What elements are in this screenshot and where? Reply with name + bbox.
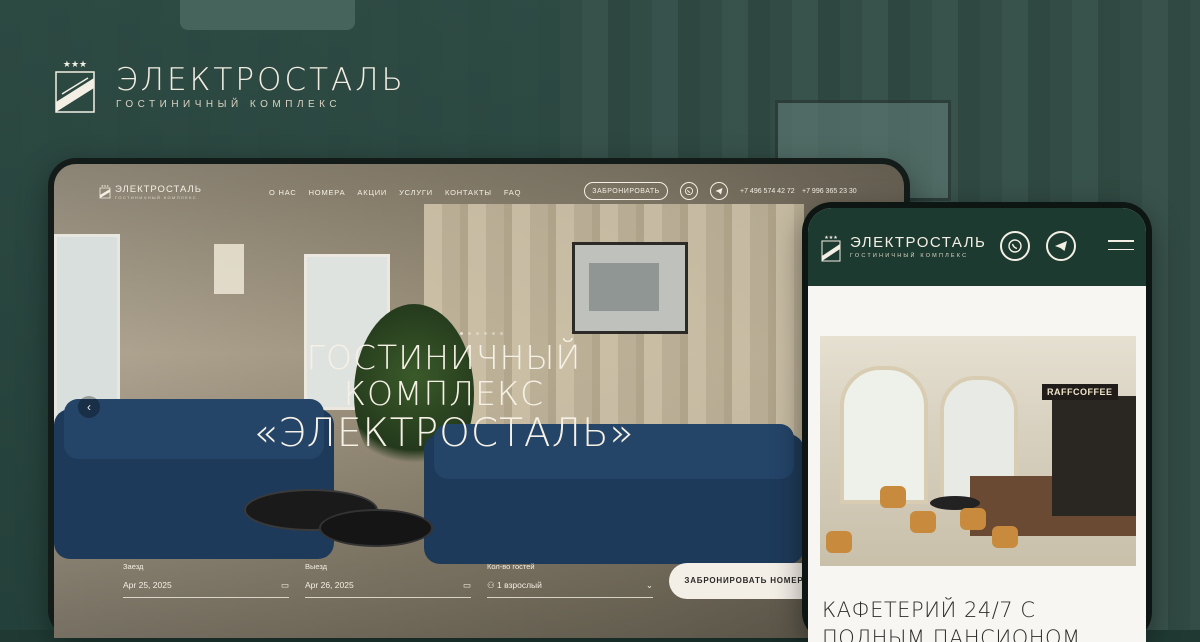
checkout-label: Выезд <box>305 562 328 571</box>
photo-window <box>840 366 928 504</box>
phone-number-1[interactable]: +7 496 574 42 72 <box>740 188 795 195</box>
telegram-icon[interactable] <box>1046 231 1076 261</box>
whatsapp-icon[interactable] <box>1000 231 1030 261</box>
hamburger-menu-icon[interactable] <box>1108 240 1134 257</box>
photo-chair <box>992 526 1018 548</box>
guests-value[interactable]: 1 взрослый <box>497 580 542 590</box>
logo-icon: ★★★ <box>820 234 842 262</box>
svg-text:★★★: ★★★ <box>824 235 838 241</box>
hero-title-line3: «ЭЛЕКТРОСТАЛЬ» <box>253 411 635 456</box>
svg-text:★★★: ★★★ <box>101 184 109 188</box>
brand-logo-icon: ★★★ <box>52 58 98 114</box>
checkin-field[interactable]: Заезд Apr 25, 2025 ▭ <box>123 562 289 598</box>
hero-title: ГОСТИНИЧНЫЙ КОМПЛЕКС «ЭЛЕКТРОСТАЛЬ» <box>174 340 714 456</box>
hero-title-line2: КОМПЛЕКС <box>343 374 545 413</box>
mobile-header: ★★★ ЭЛЕКТРОСТАЛЬ ГОСТИНИЧНЫЙ КОМПЛЕКС <box>808 208 1146 286</box>
phone-number-2[interactable]: +7 996 365 23 30 <box>802 188 857 195</box>
menu-item-promotions[interactable]: АКЦИИ <box>357 188 387 197</box>
mobile-device-frame: ★★★ ЭЛЕКТРОСТАЛЬ ГОСТИНИЧНЫЙ КОМПЛЕКС RA… <box>802 202 1152 642</box>
book-room-button[interactable]: ЗАБРОНИРОВАТЬ НОМЕР <box>669 563 819 599</box>
hero-photo-table-small <box>319 509 433 547</box>
photo-chair <box>910 511 936 533</box>
checkout-value[interactable]: Apr 26, 2025 <box>305 580 354 591</box>
mobile-logo-subtitle: ГОСТИНИЧНЫЙ КОМПЛЕКС <box>850 253 969 259</box>
checkin-label: Заезд <box>123 562 144 571</box>
slider-dot[interactable] <box>500 332 503 335</box>
checkout-input: Apr 26, 2025 ▭ <box>305 580 471 598</box>
cafeteria-photo: RAFFCOFFEE <box>820 336 1136 566</box>
slider-dot[interactable] <box>468 332 471 335</box>
photo-chair <box>960 508 986 530</box>
photo-chair <box>826 531 852 553</box>
checkin-value[interactable]: Apr 25, 2025 <box>123 580 172 591</box>
checkin-input: Apr 25, 2025 ▭ <box>123 580 289 598</box>
desktop-navbar: ★★★ ЭЛЕКТРОСТАЛЬ ГОСТИНИЧНЫЙ КОМПЛЕКС О … <box>54 164 904 224</box>
svg-text:★★★: ★★★ <box>63 60 87 70</box>
slider-dot[interactable] <box>484 332 487 335</box>
whatsapp-icon[interactable] <box>680 182 698 200</box>
brand-header: ★★★ ЭЛЕКТРОСТАЛЬ ГОСТИНИЧНЫЙ КОМПЛЕКС <box>52 58 406 114</box>
photo-chair <box>880 486 906 508</box>
hero-title-line1: ГОСТИНИЧНЫЙ <box>306 338 582 377</box>
menu-item-rooms[interactable]: НОМЕРА <box>309 188 346 197</box>
guests-select: ⚇ 1 взрослый ⌄ <box>487 580 653 598</box>
desktop-screen: ★★★ ЭЛЕКТРОСТАЛЬ ГОСТИНИЧНЫЙ КОМПЛЕКС О … <box>54 164 904 638</box>
menu-item-about[interactable]: О НАС <box>269 188 297 197</box>
background-air-conditioner <box>180 0 355 30</box>
desktop-logo-subtitle: ГОСТИНИЧНЫЙ КОМПЛЕКС <box>115 195 198 200</box>
hero-photo-painting <box>572 242 688 334</box>
checkout-field[interactable]: Выезд Apr 26, 2025 ▭ <box>305 562 471 598</box>
section-heading: КАФЕТЕРИЙ 24/7 С ПОЛНЫМ ПАНСИОНОМ <box>822 598 1081 642</box>
slider-dot[interactable] <box>460 332 463 335</box>
chevron-down-icon[interactable]: ⌄ <box>646 580 653 591</box>
slider-dot[interactable] <box>476 332 479 335</box>
guests-label: Кол-во гостей <box>487 562 535 571</box>
desktop-logo[interactable]: ★★★ ЭЛЕКТРОСТАЛЬ ГОСТИНИЧНЫЙ КОМПЛЕКС <box>99 184 202 200</box>
mobile-logo-title: ЭЛЕКТРОСТАЛЬ <box>850 234 987 251</box>
mobile-logo[interactable]: ★★★ ЭЛЕКТРОСТАЛЬ ГОСТИНИЧНЫЙ КОМПЛЕКС <box>820 234 986 262</box>
nav-book-button[interactable]: ЗАБРОНИРОВАТЬ <box>584 182 668 200</box>
desktop-logo-title: ЭЛЕКТРОСТАЛЬ <box>115 184 202 195</box>
hero-photo-lamp <box>214 244 244 294</box>
mobile-screen: ★★★ ЭЛЕКТРОСТАЛЬ ГОСТИНИЧНЫЙ КОМПЛЕКС RA… <box>808 208 1146 642</box>
photo-sign: RAFFCOFFEE <box>1042 384 1118 400</box>
menu-item-services[interactable]: УСЛУГИ <box>399 188 433 197</box>
slider-prev-arrow-icon[interactable]: ‹ <box>78 396 100 418</box>
slider-pagination <box>460 332 503 335</box>
telegram-icon[interactable] <box>710 182 728 200</box>
desktop-menu: О НАС НОМЕРА АКЦИИ УСЛУГИ КОНТАКТЫ FAQ <box>269 188 521 197</box>
menu-item-contacts[interactable]: КОНТАКТЫ <box>445 188 492 197</box>
menu-item-faq[interactable]: FAQ <box>504 188 521 197</box>
brand-subtitle: ГОСТИНИЧНЫЙ КОМПЛЕКС <box>116 98 342 110</box>
slider-dot[interactable] <box>492 332 495 335</box>
logo-icon: ★★★ <box>99 184 111 199</box>
guests-field[interactable]: Кол-во гостей ⚇ 1 взрослый ⌄ <box>487 562 653 598</box>
calendar-icon[interactable]: ▭ <box>281 580 289 591</box>
calendar-icon[interactable]: ▭ <box>463 580 471 591</box>
brand-title: ЭЛЕКТРОСТАЛЬ <box>116 61 406 98</box>
desktop-device-frame: ★★★ ЭЛЕКТРОСТАЛЬ ГОСТИНИЧНЫЙ КОМПЛЕКС О … <box>48 158 910 638</box>
photo-coffee-machine <box>1052 396 1136 516</box>
person-icon: ⚇ <box>487 580 497 590</box>
